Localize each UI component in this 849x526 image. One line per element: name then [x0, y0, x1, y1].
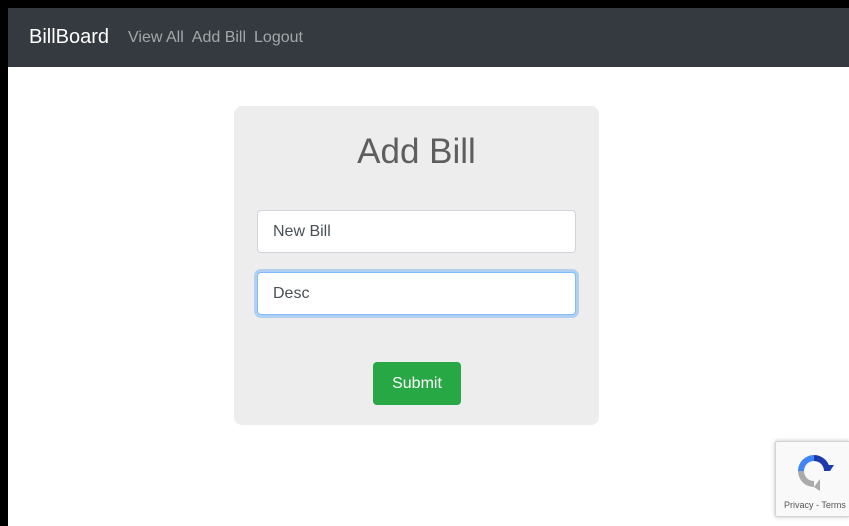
- navbar-brand[interactable]: BillBoard: [29, 26, 109, 49]
- page-title: Add Bill: [357, 132, 476, 171]
- recaptcha-privacy-link[interactable]: Privacy: [784, 500, 814, 510]
- bill-description-input[interactable]: [257, 272, 576, 315]
- bill-title-input[interactable]: [257, 210, 576, 253]
- nav-link-logout[interactable]: Logout: [254, 29, 303, 47]
- add-bill-card: Add Bill Submit: [234, 106, 599, 425]
- submit-button[interactable]: Submit: [373, 362, 461, 405]
- recaptcha-links: Privacy - Terms: [784, 500, 846, 510]
- nav-link-view-all[interactable]: View All: [128, 29, 184, 47]
- nav-link-add-bill[interactable]: Add Bill: [192, 29, 246, 47]
- recaptcha-badge[interactable]: Privacy - Terms: [775, 441, 849, 517]
- recaptcha-terms-link[interactable]: Terms: [821, 500, 846, 510]
- navbar: BillBoard View All Add Bill Logout: [8, 8, 849, 67]
- recaptcha-logo-icon: [798, 455, 834, 491]
- browser-viewport: BillBoard View All Add Bill Logout Add B…: [8, 8, 849, 526]
